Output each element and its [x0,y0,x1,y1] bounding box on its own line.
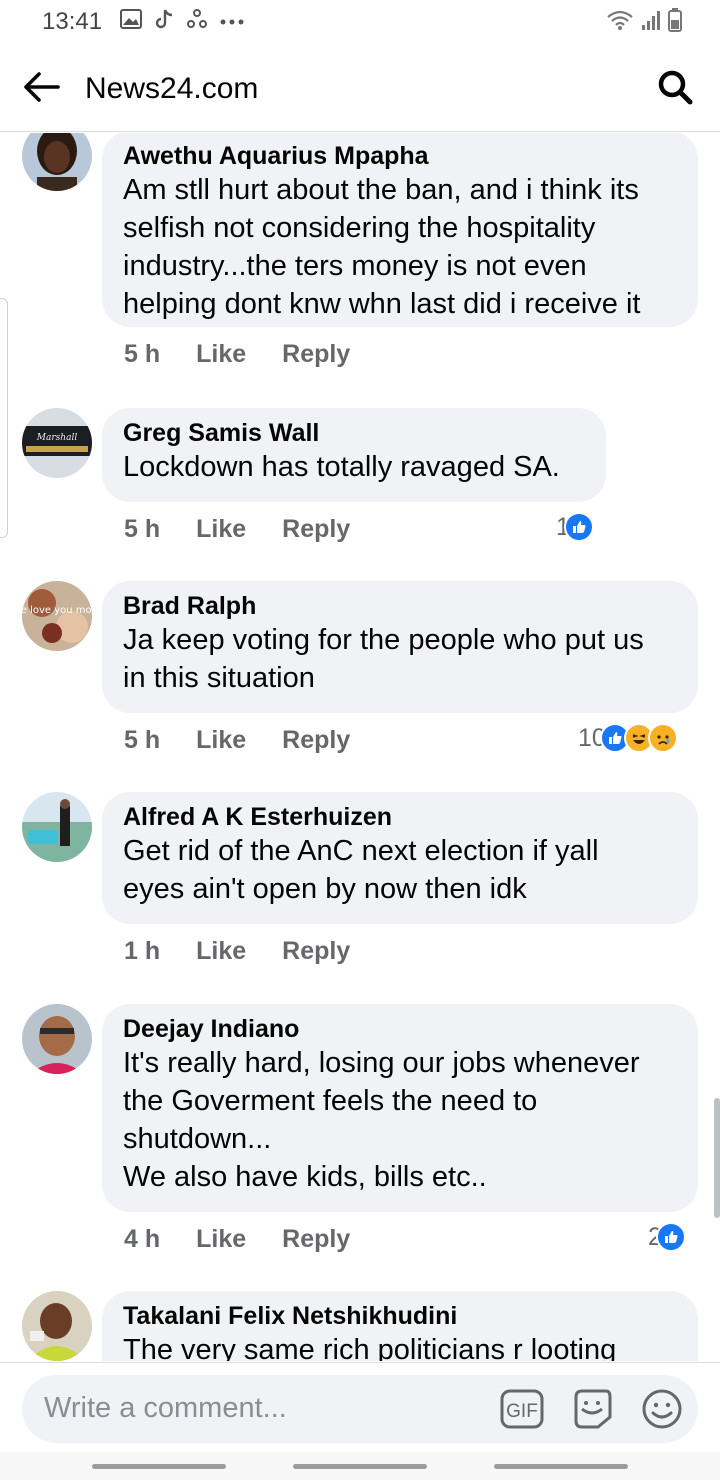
comment-actions: 4 h Like Reply [124,1225,350,1254]
comment-author[interactable]: Brad Ralph [123,591,676,621]
avatar[interactable]: we love you mom [22,581,92,651]
page-title: News24.com [85,72,259,105]
comment-time: 5 h [124,515,161,543]
comment-actions: 5 h Like Reply [124,726,350,755]
comment-text: Am stll hurt about the ban, and i think … [123,174,641,320]
comments-list[interactable]: Awethu Aquarius Mpapha Am stll hurt abou… [0,133,720,1361]
signal-icon [640,9,662,36]
like-button[interactable]: Like [196,1225,246,1254]
nav-home-handle[interactable] [293,1464,427,1469]
avatar[interactable] [22,133,92,191]
comment-bubble[interactable]: Alfred A K Esterhuizen Get rid of the An… [102,792,698,924]
comment-author[interactable]: Awethu Aquarius Mpapha [123,141,676,171]
comment-input-placeholder: Write a comment... [44,1392,287,1424]
like-button[interactable]: Like [196,726,246,755]
status-time: 13:41 [42,8,103,35]
status-bar: 13:41 [0,0,720,44]
comment-bubble[interactable]: Greg Samis Wall Lockdown has totally rav… [102,408,606,502]
avatar[interactable] [22,792,92,862]
comment-time: 4 h [124,1225,161,1253]
nav-recents-handle[interactable] [92,1464,226,1469]
status-icons-left [120,8,244,35]
avatar[interactable]: Marshall [22,408,92,478]
search-button[interactable] [652,66,698,112]
side-panel-edge [0,298,8,538]
tiktok-icon [154,8,174,35]
gallery-icon [120,8,142,35]
avatar-logo-text: Marshall [36,433,78,443]
gif-label: GIF [506,1401,538,1422]
comment-author[interactable]: Alfred A K Esterhuizen [123,802,676,832]
reply-button[interactable]: Reply [282,726,350,755]
sad-reaction-icon [647,723,678,753]
reaction-summary[interactable]: 2 [648,1222,686,1252]
comment-text: Get rid of the AnC next election if yall… [123,835,599,905]
like-button[interactable]: Like [196,937,246,966]
battery-icon [668,8,682,37]
reaction-summary[interactable]: 1 [556,512,594,542]
reaction-summary[interactable]: 10 [578,723,678,753]
comment-time: 5 h [124,340,161,368]
avatar[interactable] [22,1004,92,1074]
comment-actions: 5 h Like Reply [124,340,350,369]
reply-button[interactable]: Reply [282,340,350,369]
avatar-caption: we love you mom [22,605,92,616]
status-icons-right [606,8,682,37]
comment-bubble[interactable]: Takalani Felix Netshikhudini The very sa… [102,1291,698,1361]
emoji-icon[interactable] [640,1387,684,1431]
sync-icon [186,8,208,35]
comment-actions: 5 h Like Reply [124,515,350,544]
like-reaction-icon [563,512,594,542]
system-nav-bar [0,1452,720,1480]
comment-text: It's really hard, losing our jobs whenev… [123,1047,640,1193]
comment-author[interactable]: Greg Samis Wall [123,418,584,448]
comment-author[interactable]: Deejay Indiano [123,1014,676,1044]
avatar[interactable] [22,1291,92,1361]
comment-author[interactable]: Takalani Felix Netshikhudini [123,1301,676,1331]
reply-button[interactable]: Reply [282,515,350,544]
like-button[interactable]: Like [196,515,246,544]
comment-composer: Write a comment... GIF [0,1362,720,1452]
more-dots-icon [220,13,244,31]
app-bar: News24.com [0,44,720,132]
scrollbar-thumb[interactable] [714,1098,720,1218]
comment-input[interactable]: Write a comment... GIF [22,1375,698,1443]
comment-text: Lockdown has totally ravaged SA. [123,451,560,483]
reply-button[interactable]: Reply [282,937,350,966]
sticker-icon[interactable] [570,1387,614,1431]
wifi-icon [606,9,634,36]
comment-text: The very same rich politicians r looting [123,1334,617,1361]
comment-time: 5 h [124,726,161,754]
comment-bubble[interactable]: Deejay Indiano It's really hard, losing … [102,1004,698,1212]
reply-button[interactable]: Reply [282,1225,350,1254]
gif-button[interactable]: GIF [500,1387,544,1431]
comment-bubble[interactable]: Brad Ralph Ja keep voting for the people… [102,581,698,713]
back-button[interactable] [18,66,64,112]
comment-text: Ja keep voting for the people who put us… [123,624,644,694]
search-icon [656,68,694,111]
comment-actions: 1 h Like Reply [124,937,350,966]
like-button[interactable]: Like [196,340,246,369]
nav-back-handle[interactable] [494,1464,628,1469]
comment-time: 1 h [124,937,161,965]
arrow-left-icon [22,71,60,108]
like-reaction-icon [655,1222,686,1252]
comment-bubble[interactable]: Awethu Aquarius Mpapha Am stll hurt abou… [102,133,698,327]
